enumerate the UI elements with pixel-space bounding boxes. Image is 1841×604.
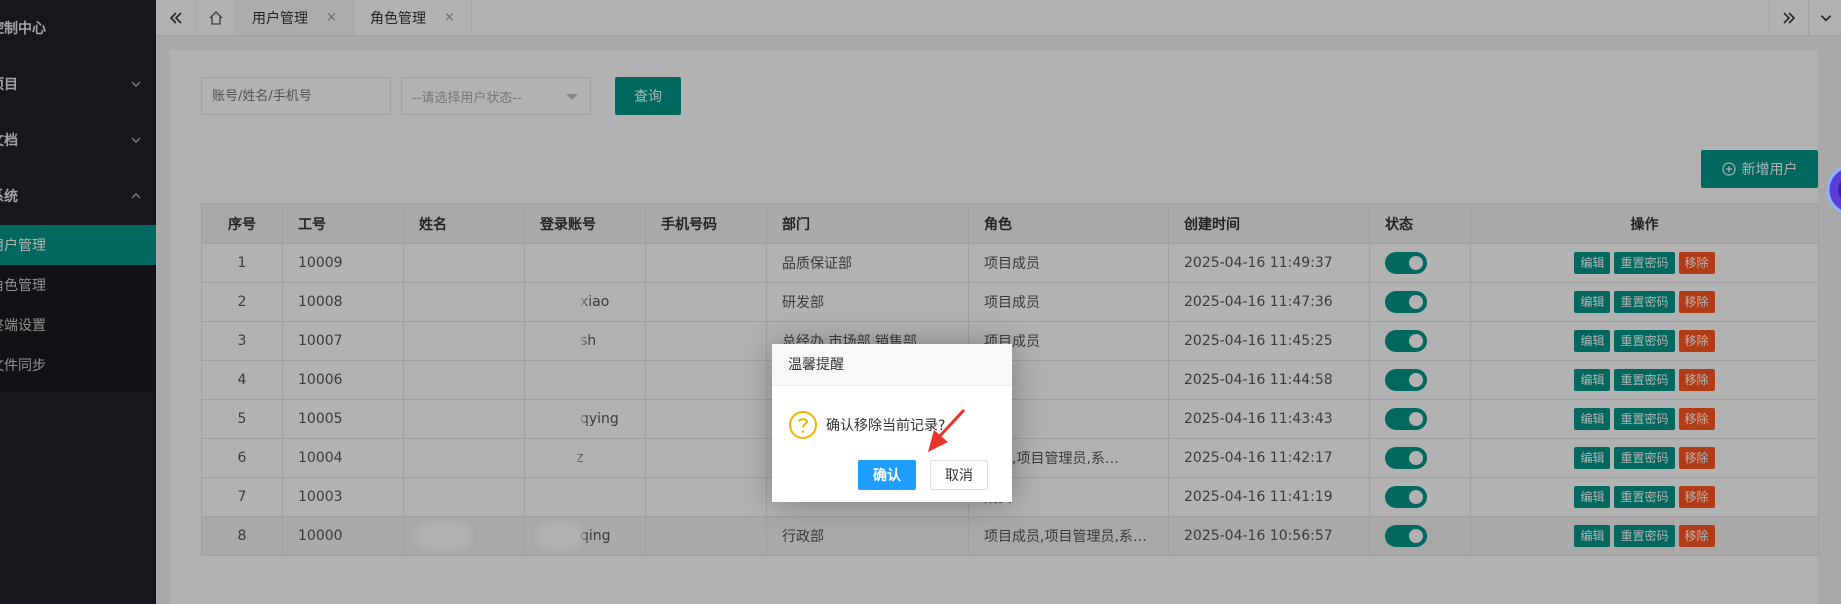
dialog-body: 确认移除当前记录? (788, 410, 945, 440)
cancel-button[interactable]: 取消 (930, 460, 988, 490)
annotation-arrow-icon (928, 408, 966, 452)
confirm-dialog: 温馨提醒 确认移除当前记录? 确认 取消 (772, 344, 1012, 502)
modal-overlay[interactable] (0, 0, 1841, 604)
floating-assistant-icon[interactable] (1820, 160, 1841, 220)
confirm-button[interactable]: 确认 (858, 460, 916, 490)
dialog-title: 温馨提醒 (772, 344, 1012, 386)
question-icon (789, 411, 817, 439)
